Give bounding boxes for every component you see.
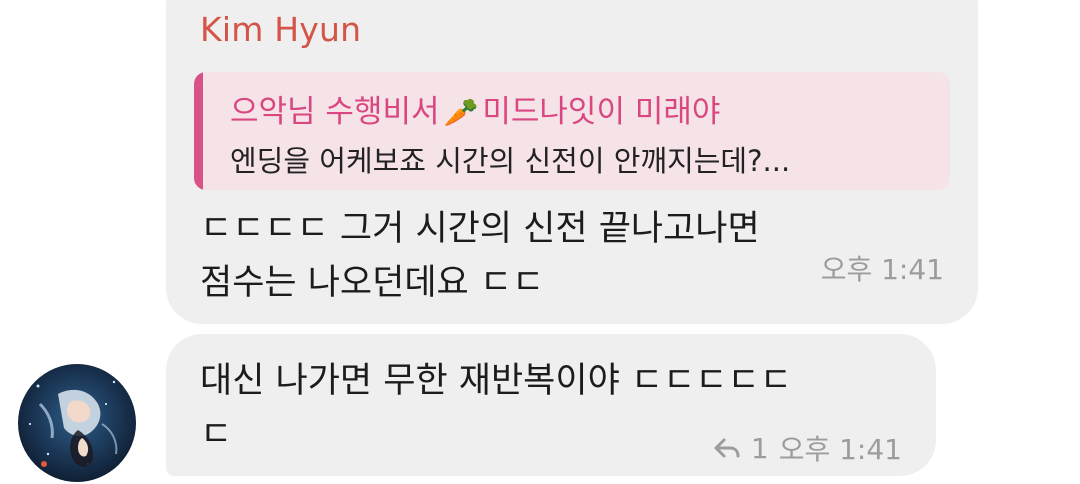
quote-text: 엔딩을 어케보죠 시간의 신전이 안깨지는데?... — [230, 144, 791, 178]
quote-accent-bar — [194, 72, 203, 190]
quote-author-name: 으악님 수행비서 — [230, 94, 440, 130]
message-meta: 오후 1:41 — [821, 248, 944, 288]
message-time: 오후 1:41 — [778, 433, 902, 466]
quote-author: 으악님 수행비서 🥕 미드나잇이 미래야 — [230, 86, 720, 131]
quote-author-suffix: 미드나잇이 미래야 — [482, 94, 721, 130]
reply-arrow-icon[interactable] — [713, 437, 741, 459]
message-text: ㄷㄷㄷㄷ 그거 시간의 신전 끝나고나면 점수는 나오던데요 ㄷㄷ — [200, 209, 760, 303]
message-bubble[interactable]: 대신 나가면 무한 재반복이야 ㄷㄷㄷㄷㄷ ㄷ 1 오후 1:41 — [166, 334, 936, 476]
avatar-image — [18, 364, 136, 482]
message-time: 오후 1:41 — [820, 253, 944, 286]
avatar[interactable] — [18, 364, 136, 482]
reply-count[interactable]: 1 — [751, 432, 769, 465]
quoted-message[interactable]: 으악님 수행비서 🥕 미드나잇이 미래야 엔딩을 어케보죠 시간의 신전이 안깨지는… — [194, 72, 950, 190]
sender-name[interactable]: Kim Hyun — [200, 10, 361, 49]
message-meta: 1 오후 1:41 — [713, 428, 902, 468]
carrot-emoji: 🥕 — [443, 96, 479, 129]
message-bubble[interactable]: Kim Hyun 으악님 수행비서 🥕 미드나잇이 미래야 엔딩을 어케보죠 시간의… — [166, 0, 978, 324]
chat-view: Kim Hyun 으악님 수행비서 🥕 미드나잇이 미래야 엔딩을 어케보죠 시간의… — [0, 0, 1080, 484]
